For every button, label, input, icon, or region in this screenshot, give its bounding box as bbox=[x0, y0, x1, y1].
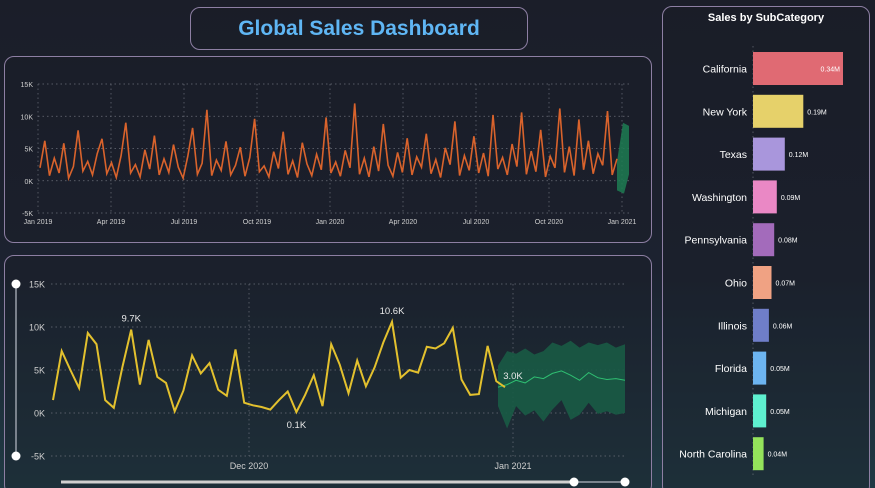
x-tick-label: Jan 2019 bbox=[24, 219, 53, 226]
value-label: 0.05M bbox=[770, 409, 790, 416]
horizontal-zoom-handle-right[interactable] bbox=[620, 477, 630, 487]
category-label: New York bbox=[703, 106, 748, 118]
daily-sales-chart[interactable]: 15K 10K 5K 0K -5KJan 2019 Apr 2019 Jul 2019 Oct… bbox=[5, 57, 653, 244]
dashboard-title-box: Global Sales Dashboard bbox=[190, 7, 528, 50]
x-tick-label: Dec 2020 bbox=[230, 461, 269, 471]
sales-by-subcategory-chart[interactable]: California 0.34M New York 0.19M Texas 0.12M Wa… bbox=[663, 7, 871, 488]
bar-pennsylvania[interactable] bbox=[753, 223, 775, 257]
y-tick-label: 10K bbox=[21, 114, 34, 121]
zoomed-sales-chart-panel[interactable]: 15K 10K 5K 0K -5K Dec 2020 Jan 2021 9.7K 10.6K 0.… bbox=[4, 255, 652, 488]
bar-north-carolina[interactable] bbox=[753, 437, 764, 471]
x-tick-label: Jul 2020 bbox=[463, 219, 490, 226]
value-label: 0.04M bbox=[768, 452, 788, 459]
x-tick-label: Apr 2020 bbox=[389, 219, 418, 226]
x-tick-label: Oct 2020 bbox=[535, 219, 564, 226]
category-label: Texas bbox=[720, 149, 747, 161]
value-label: 0.12M bbox=[789, 152, 809, 159]
y-tick-label: -5K bbox=[22, 211, 33, 218]
y-tick-label: 5K bbox=[24, 147, 33, 154]
zoomed-sales-chart[interactable]: 15K 10K 5K 0K -5K Dec 2020 Jan 2021 9.7K 10.6K 0.… bbox=[5, 256, 653, 488]
bar-florida[interactable] bbox=[753, 351, 767, 385]
x-tick-label: Jan 2021 bbox=[608, 219, 637, 226]
daily-sales-line[interactable] bbox=[39, 103, 618, 182]
category-label: Ohio bbox=[725, 278, 747, 290]
vertical-zoom-handle-bottom[interactable] bbox=[11, 451, 21, 461]
bar-illinois[interactable] bbox=[753, 308, 769, 342]
x-tick-label: Jan 2021 bbox=[494, 461, 531, 471]
forecast-band bbox=[498, 340, 625, 429]
data-label: 3.0K bbox=[503, 371, 523, 382]
horizontal-zoom-handle-left[interactable] bbox=[569, 477, 579, 487]
category-label: Michigan bbox=[705, 406, 747, 418]
category-label: California bbox=[703, 64, 748, 76]
y-tick-label: -5K bbox=[31, 452, 45, 462]
bar-chart-title: Sales by SubCategory bbox=[707, 12, 825, 24]
category-label: Illinois bbox=[718, 320, 747, 332]
value-label: 0.09M bbox=[781, 195, 801, 202]
category-label: Washington bbox=[692, 192, 747, 204]
category-label: Florida bbox=[715, 363, 747, 375]
data-label: 0.1K bbox=[287, 420, 307, 431]
x-tick-label: Jul 2019 bbox=[171, 219, 198, 226]
sales-by-subcategory-panel[interactable]: Sales by SubCategory California 0.34M New … bbox=[662, 6, 870, 488]
sales-line[interactable] bbox=[52, 318, 506, 415]
bar-washington[interactable] bbox=[753, 180, 777, 214]
data-label: 9.7K bbox=[121, 314, 141, 325]
bar-ohio[interactable] bbox=[753, 266, 772, 299]
value-label: 0.07M bbox=[776, 281, 796, 288]
value-label: 0.06M bbox=[773, 323, 793, 330]
data-label: 10.6K bbox=[380, 306, 405, 317]
vertical-zoom-handle-top[interactable] bbox=[11, 279, 21, 289]
x-tick-label: Jan 2020 bbox=[316, 219, 345, 226]
forecast-band bbox=[617, 122, 629, 194]
x-tick-label: Oct 2019 bbox=[243, 219, 272, 226]
value-label: 0.34M bbox=[821, 67, 841, 74]
daily-sales-chart-panel[interactable]: 15K 10K 5K 0K -5K Jan 2019 Apr 2019 Jul 2019 Oct… bbox=[4, 56, 652, 243]
y-tick-label: 5K bbox=[34, 366, 45, 376]
category-label: North Carolina bbox=[679, 449, 747, 461]
bar-texas[interactable] bbox=[753, 137, 785, 171]
value-label: 0.19M bbox=[807, 109, 827, 116]
y-tick-label: 10K bbox=[29, 323, 45, 333]
category-label: Pennsylvania bbox=[685, 235, 748, 247]
value-label: 0.05M bbox=[770, 366, 790, 373]
value-label: 0.08M bbox=[778, 238, 798, 245]
y-tick-label: 0K bbox=[24, 179, 33, 186]
y-tick-label: 15K bbox=[29, 280, 45, 290]
bar-michigan[interactable] bbox=[753, 394, 767, 428]
x-tick-label: Apr 2019 bbox=[97, 219, 126, 226]
dashboard-title: Global Sales Dashboard bbox=[238, 16, 480, 40]
y-tick-label: 0K bbox=[34, 409, 45, 419]
bar-new-york[interactable] bbox=[753, 94, 804, 128]
y-tick-label: 15K bbox=[21, 82, 34, 89]
